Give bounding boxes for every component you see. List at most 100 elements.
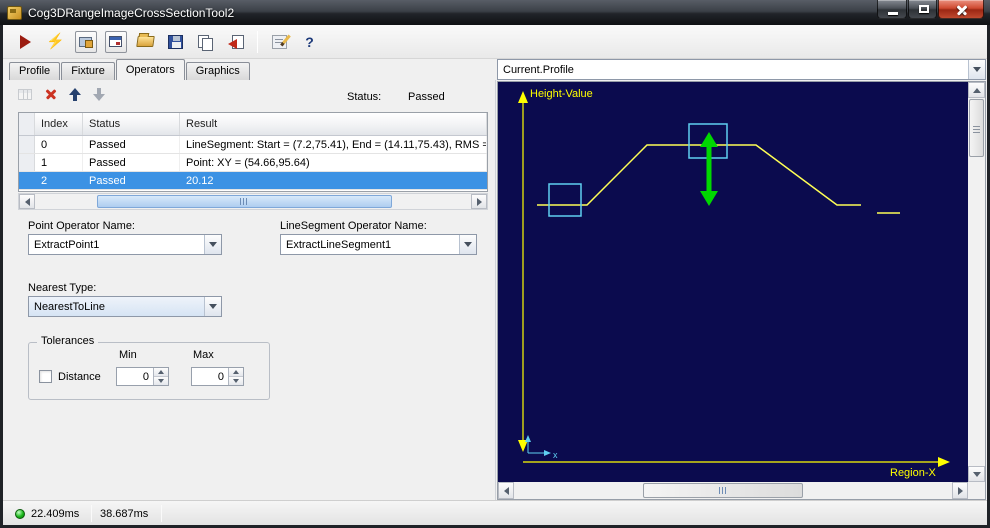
play-icon bbox=[20, 34, 31, 49]
scroll-left-button[interactable] bbox=[19, 194, 35, 209]
min-spinner[interactable]: 0 bbox=[116, 367, 169, 386]
min-label: Min bbox=[119, 349, 137, 361]
tab-strip: Profile Fixture Operators Graphics bbox=[3, 59, 496, 80]
delete-icon bbox=[44, 87, 58, 101]
app-window: Cog3DRangeImageCrossSectionTool2 ⚡ ? Pro… bbox=[0, 0, 990, 528]
save-tool-button[interactable] bbox=[163, 29, 188, 54]
min-value: 0 bbox=[142, 371, 149, 383]
tolerances-group: Tolerances Min Max Distance 0 0 bbox=[28, 335, 270, 400]
nearest-type-combo[interactable]: NearestToLine bbox=[28, 296, 222, 317]
status-label: Status: bbox=[347, 91, 382, 103]
window-controls bbox=[876, 0, 984, 19]
import-button[interactable] bbox=[223, 29, 248, 54]
graph-background bbox=[498, 82, 968, 482]
scroll-right-button[interactable] bbox=[952, 482, 968, 499]
tab-fixture[interactable]: Fixture bbox=[61, 62, 115, 80]
tab-operators[interactable]: Operators bbox=[115, 59, 185, 80]
column-header-index[interactable]: Index bbox=[35, 113, 83, 135]
electric-run-button[interactable]: ⚡ bbox=[43, 29, 68, 54]
status-led-icon bbox=[15, 509, 25, 519]
table-row-2-selected[interactable]: 2 Passed 20.12 bbox=[19, 172, 487, 190]
window-title: Cog3DRangeImageCrossSectionTool2 bbox=[28, 5, 235, 20]
status-value: Passed bbox=[408, 91, 445, 103]
table-hscroll-thumb[interactable] bbox=[97, 195, 392, 208]
dropdown-button[interactable] bbox=[204, 297, 221, 316]
table-row-1[interactable]: 1 Passed Point: XY = (54.66,95.64) bbox=[19, 154, 487, 172]
display-vscroll-thumb[interactable] bbox=[969, 99, 984, 157]
max-spinner[interactable]: 0 bbox=[191, 367, 244, 386]
edit-settings-button[interactable] bbox=[267, 29, 292, 54]
help-button[interactable]: ? bbox=[297, 29, 322, 54]
x-axis-label: Region-X bbox=[890, 467, 937, 479]
down-arrow-icon bbox=[93, 87, 105, 101]
spin-down-button[interactable] bbox=[229, 376, 243, 385]
profile-display: Height-Value Region-X x bbox=[497, 81, 986, 500]
cell-result: Point: XY = (54.66,95.64) bbox=[180, 154, 487, 171]
float-window-button[interactable] bbox=[103, 29, 128, 54]
point-operator-combo[interactable]: ExtractPoint1 bbox=[28, 234, 222, 255]
results-table: Index Status Result 0 Passed LineSegment… bbox=[18, 112, 488, 192]
tab-profile[interactable]: Profile bbox=[9, 62, 61, 80]
display-hscrollbar[interactable] bbox=[498, 482, 968, 499]
dropdown-button[interactable] bbox=[459, 235, 476, 254]
titlebar[interactable]: Cog3DRangeImageCrossSectionTool2 bbox=[0, 0, 990, 25]
profile-graph[interactable]: Height-Value Region-X x bbox=[498, 82, 968, 482]
row-gutter bbox=[19, 172, 35, 189]
cell-status: Passed bbox=[83, 154, 180, 171]
column-header-status[interactable]: Status bbox=[83, 113, 180, 135]
move-up-button[interactable] bbox=[65, 84, 85, 104]
down-triangle-icon bbox=[972, 471, 981, 477]
dropdown-button[interactable] bbox=[968, 60, 985, 79]
chevron-down-icon bbox=[464, 242, 472, 247]
linesegment-operator-combo[interactable]: ExtractLineSegment1 bbox=[280, 234, 477, 255]
copy-button[interactable] bbox=[193, 29, 218, 54]
display-panel: Current.Profile Height-Value Region-X x bbox=[496, 59, 987, 500]
spin-up-button[interactable] bbox=[229, 368, 243, 376]
dropdown-button[interactable] bbox=[204, 235, 221, 254]
up-triangle-icon bbox=[233, 370, 239, 374]
main-toolbar: ⚡ ? bbox=[3, 25, 987, 59]
lightning-icon: ⚡ bbox=[46, 33, 65, 50]
operators-panel: Status: Passed Index Status Result 0 Pas… bbox=[3, 80, 496, 500]
max-value: 0 bbox=[217, 371, 224, 383]
open-tool-button[interactable] bbox=[133, 29, 158, 54]
spin-up-button[interactable] bbox=[154, 368, 168, 376]
scroll-down-button[interactable] bbox=[968, 466, 985, 482]
close-button[interactable] bbox=[938, 0, 984, 19]
distance-checkbox[interactable] bbox=[39, 370, 52, 383]
display-hscroll-thumb[interactable] bbox=[643, 483, 803, 498]
thumb-grip bbox=[718, 487, 728, 494]
show-image-button[interactable] bbox=[73, 29, 98, 54]
help-icon: ? bbox=[305, 33, 314, 50]
display-vscrollbar[interactable] bbox=[968, 82, 985, 482]
cell-result: LineSegment: Start = (7.2,75.41), End = … bbox=[180, 136, 487, 153]
minimize-button[interactable] bbox=[877, 0, 907, 19]
cell-index: 1 bbox=[35, 154, 83, 171]
scroll-left-button[interactable] bbox=[498, 482, 514, 499]
left-triangle-icon bbox=[24, 197, 30, 206]
open-folder-icon bbox=[136, 36, 155, 47]
tab-graphics[interactable]: Graphics bbox=[185, 62, 250, 80]
up-arrow-icon bbox=[69, 87, 81, 101]
display-source-combo[interactable]: Current.Profile bbox=[497, 59, 986, 80]
spin-down-button[interactable] bbox=[154, 376, 168, 385]
scroll-right-button[interactable] bbox=[471, 194, 487, 209]
spin-buttons bbox=[228, 368, 243, 385]
maximize-button[interactable] bbox=[908, 0, 937, 19]
statusbar-divider bbox=[91, 505, 92, 522]
total-time: 38.687ms bbox=[100, 508, 149, 520]
scroll-up-button[interactable] bbox=[968, 82, 985, 98]
origin-label: x bbox=[553, 450, 558, 460]
right-triangle-icon bbox=[957, 486, 963, 495]
table-row-0[interactable]: 0 Passed LineSegment: Start = (7.2,75.41… bbox=[19, 136, 487, 154]
point-operator-value: ExtractPoint1 bbox=[34, 239, 100, 251]
statusbar-divider bbox=[161, 505, 162, 522]
table-hscrollbar[interactable] bbox=[18, 193, 488, 210]
up-triangle-icon bbox=[158, 370, 164, 374]
move-down-button[interactable] bbox=[89, 84, 109, 104]
column-header-result[interactable]: Result bbox=[180, 113, 487, 135]
pencil-form-icon bbox=[272, 34, 287, 49]
delete-operator-button[interactable] bbox=[41, 84, 61, 104]
add-operator-button[interactable] bbox=[15, 84, 35, 104]
run-button[interactable] bbox=[13, 29, 38, 54]
